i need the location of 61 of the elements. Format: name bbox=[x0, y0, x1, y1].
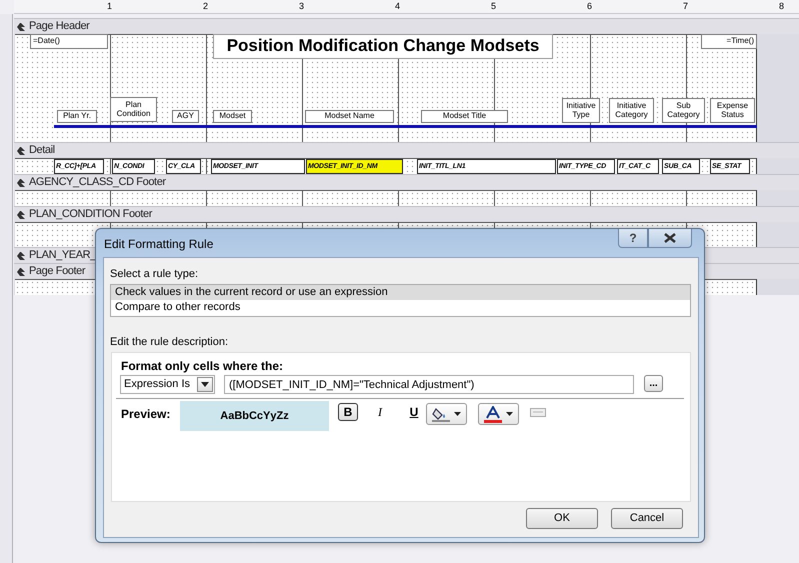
dropdown-arrow-icon bbox=[506, 412, 513, 416]
section-selector-icon[interactable] bbox=[16, 178, 26, 188]
section-selector-icon[interactable] bbox=[16, 146, 26, 156]
dropdown-arrow-icon bbox=[454, 412, 461, 416]
section-bar[interactable]: Detail bbox=[14, 142, 799, 158]
report-label[interactable]: Sub Category bbox=[662, 98, 705, 123]
font-color-button[interactable] bbox=[478, 403, 519, 425]
section-bar[interactable]: AGENCY_CLASS_CD Footer bbox=[14, 174, 799, 190]
report-label[interactable]: Modset Title bbox=[421, 110, 508, 123]
bold-button[interactable]: B bbox=[338, 403, 358, 421]
report-label[interactable]: Expense Status bbox=[710, 98, 755, 123]
expression-field[interactable]: ([MODSET_INIT_ID_NM]="Technical Adjustment") bbox=[224, 375, 634, 394]
ruler-number: 1 bbox=[107, 0, 112, 13]
section-bar[interactable]: Page Header bbox=[14, 18, 799, 34]
section-title: PLAN_YEAR_ bbox=[29, 248, 96, 263]
section-selector-icon[interactable] bbox=[16, 22, 26, 32]
dropdown-arrow-icon[interactable] bbox=[201, 382, 209, 387]
preview-label: Preview: bbox=[121, 406, 170, 423]
underline-button[interactable]: U bbox=[404, 403, 424, 421]
report-label[interactable]: Modset Name bbox=[305, 110, 394, 123]
ruler-number: 3 bbox=[299, 0, 304, 13]
ok-button[interactable]: OK bbox=[526, 508, 598, 529]
close-button[interactable] bbox=[648, 229, 692, 248]
ruler-number: 4 bbox=[395, 0, 400, 13]
report-label[interactable]: Plan Condition bbox=[110, 97, 157, 122]
section-title: Page Header bbox=[29, 19, 90, 34]
report-label[interactable]: AGY bbox=[172, 110, 199, 123]
ruler-number: 8 bbox=[779, 0, 784, 13]
section-bar[interactable]: PLAN_CONDITION Footer bbox=[14, 206, 799, 222]
close-icon bbox=[664, 233, 676, 243]
description-label: Edit the rule description: bbox=[110, 335, 228, 350]
condition-type-dropdown[interactable]: Expression Is bbox=[120, 375, 215, 394]
section-title: Page Footer bbox=[29, 264, 86, 279]
section-title: PLAN_CONDITION Footer bbox=[29, 207, 152, 222]
ruler-number: 2 bbox=[203, 0, 208, 13]
help-button[interactable]: ? bbox=[618, 229, 648, 248]
rule-type-item[interactable]: Check values in the current record or use an expression bbox=[111, 285, 690, 300]
dialog-title: Edit Formatting Rule bbox=[104, 236, 214, 253]
report-label[interactable]: Initiative Type bbox=[562, 98, 600, 123]
rule-type-label: Select a rule type: bbox=[110, 267, 198, 282]
section-title: AGENCY_CLASS_CD Footer bbox=[29, 175, 166, 190]
report-title[interactable]: Position Modification Change Modsets bbox=[213, 34, 553, 59]
report-label[interactable]: Initiative Category bbox=[609, 98, 654, 123]
cancel-button[interactable]: Cancel bbox=[611, 508, 683, 529]
italic-button[interactable]: I bbox=[370, 403, 390, 421]
report-label[interactable]: Plan Yr. bbox=[57, 110, 97, 123]
report-label[interactable]: Modset bbox=[213, 110, 252, 123]
fill-color-button[interactable] bbox=[426, 403, 467, 425]
section-title: Detail bbox=[29, 143, 55, 158]
expression-builder-button[interactable]: ... bbox=[644, 375, 663, 392]
ruler-number: 6 bbox=[587, 0, 592, 13]
rule-type-item[interactable]: Compare to other records bbox=[111, 300, 690, 315]
condition-label: Format only cells where the: bbox=[121, 358, 284, 375]
section-selector-icon[interactable] bbox=[16, 210, 26, 220]
ruler-number: 7 bbox=[683, 0, 688, 13]
ruler-number: 5 bbox=[491, 0, 496, 13]
report-textbox[interactable]: =Time() bbox=[701, 34, 757, 49]
preview-sample: AaBbCcYyZz bbox=[180, 401, 329, 431]
paint-bucket-icon bbox=[432, 406, 450, 422]
report-textbox[interactable]: =Date() bbox=[30, 34, 108, 49]
font-color-icon bbox=[484, 406, 502, 422]
